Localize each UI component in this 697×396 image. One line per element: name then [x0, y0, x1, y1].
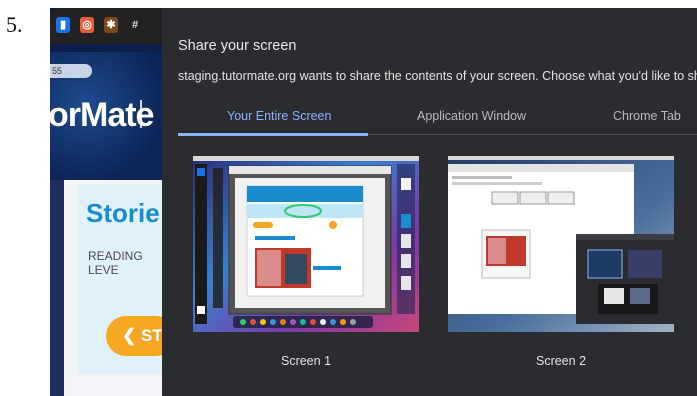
active-tab-underline: [178, 133, 368, 136]
share-tabs: Your Entire Screen Application Window Ch…: [178, 104, 697, 136]
step-number: 5.: [6, 12, 23, 37]
background-tab-bar: ▮ ◎ ✱ #: [50, 8, 168, 44]
app-icon-orange: ◎: [80, 17, 94, 33]
trello-icon: ▮: [56, 17, 70, 33]
stories-heading: Storie: [86, 198, 160, 228]
share-screen-dialog: Share your screen staging.tutormate.org …: [162, 8, 697, 396]
background-sidebar-strip: [50, 180, 64, 396]
dialog-title: Share your screen: [178, 38, 297, 54]
screen-1-label: Screen 1: [280, 354, 332, 368]
dialog-description: staging.tutormate.org wants to share the…: [178, 69, 697, 83]
tab-your-entire-screen[interactable]: Your Entire Screen: [227, 109, 331, 123]
start-button[interactable]: ❮ ST: [106, 316, 168, 356]
start-button-label: ST: [140, 326, 163, 345]
tab-chrome-tab[interactable]: Chrome Tab: [613, 109, 681, 123]
brand-divider: [140, 100, 142, 128]
hashtag-icon: #: [131, 19, 139, 31]
reading-level-label: READING LEVE: [88, 249, 143, 277]
screen-1-thumbnail: [193, 156, 419, 332]
tab-application-window[interactable]: Application Window: [417, 109, 526, 123]
background-app-window: ▮ ◎ ✱ # 55 orMate Storie READING LEVE ❮ …: [50, 8, 168, 396]
version-pill: 55: [50, 64, 92, 78]
app-icon-brown: ✱: [104, 17, 118, 33]
brand-logo-text: orMate: [50, 96, 154, 134]
screen-2-label: Screen 2: [535, 354, 587, 368]
chevron-left-icon: ❮: [122, 326, 141, 345]
screen-2-thumbnail: [448, 156, 674, 332]
